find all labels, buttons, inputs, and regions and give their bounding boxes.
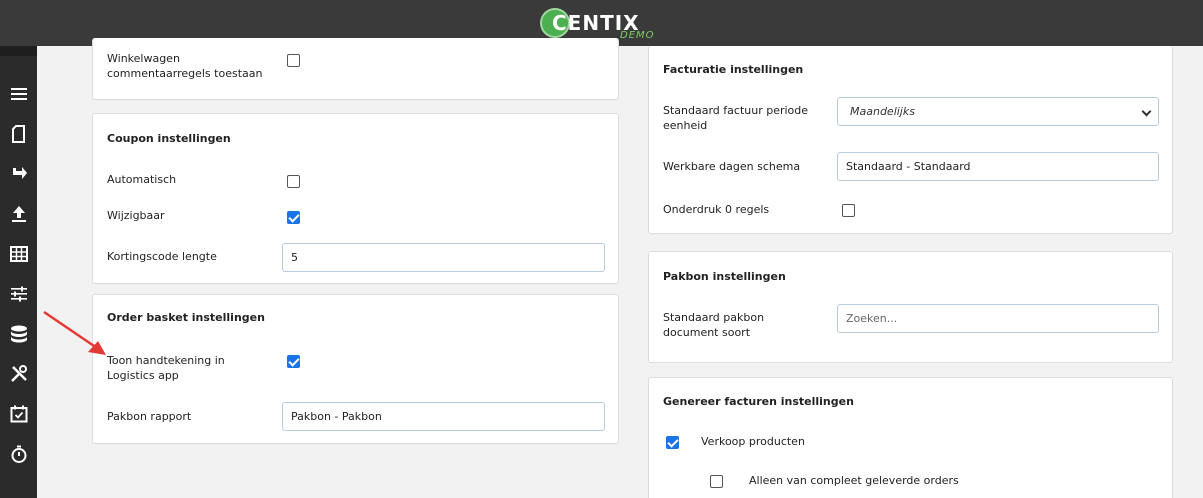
sidebar-top-strip <box>0 46 37 56</box>
sidebar-item-redirect[interactable] <box>0 154 37 194</box>
factuur-periode-label: Standaard factuur periode eenheid <box>663 104 809 132</box>
handtekening-checkbox[interactable] <box>287 355 300 368</box>
handtekening-label: Toon handtekening in Logistics app <box>107 354 225 382</box>
tools-icon <box>10 365 27 382</box>
calendar-check-icon <box>10 405 27 423</box>
automatisch-label: Automatisch <box>107 173 177 186</box>
onderdruk-checkbox[interactable] <box>842 204 855 217</box>
verkoop-producten-label: Verkoop producten <box>701 435 805 448</box>
wijzigbaar-checkbox[interactable] <box>287 211 300 224</box>
annotation-arrow-icon <box>43 310 106 355</box>
upload-icon <box>11 206 26 222</box>
werkbare-dagen-label: Werkbare dagen schema <box>663 160 801 173</box>
database-icon <box>10 325 27 343</box>
werkbare-dagen-input[interactable]: Standaard - Standaard <box>837 152 1159 181</box>
document-icon <box>11 125 25 143</box>
coupon-settings-card: Coupon instellingen Automatisch Wijzigba… <box>92 113 619 284</box>
stopwatch-icon <box>11 445 26 463</box>
redirect-arrow-icon <box>12 167 27 179</box>
sidebar-item-calendar[interactable] <box>0 394 37 434</box>
pakbon-document-input[interactable]: Zoeken... <box>837 304 1159 333</box>
kortingscode-input[interactable]: 5 <box>282 243 605 272</box>
logo-subtext: DEMO <box>620 30 655 41</box>
compleet-geleverd-label: Alleen van compleet geleverde orders <box>749 474 959 487</box>
kortingscode-label: Kortingscode lengte <box>107 250 217 263</box>
pakbon-settings-title: Pakbon instellingen <box>663 270 786 283</box>
genereer-facturen-card: Genereer facturen instellingen Verkoop p… <box>648 377 1173 498</box>
centix-logo[interactable]: CENTIX DEMO <box>540 8 670 42</box>
sidebar <box>0 46 37 498</box>
sidebar-item-database[interactable] <box>0 314 37 354</box>
order-basket-settings-title: Order basket instellingen <box>107 311 265 324</box>
automatisch-checkbox[interactable] <box>287 175 300 188</box>
sidebar-item-stopwatch[interactable] <box>0 434 37 474</box>
table-icon <box>9 246 28 262</box>
pakbon-document-label: Standaard pakbon document soort <box>663 311 765 339</box>
sidebar-item-tools[interactable] <box>0 354 37 394</box>
factuur-periode-value: Maandelijks <box>850 105 915 118</box>
pakbon-settings-card: Pakbon instellingen Standaard pakbon doc… <box>648 251 1173 363</box>
facturatie-settings-card: Facturatie instellingen Standaard factuu… <box>648 46 1173 234</box>
coupon-settings-title: Coupon instellingen <box>107 132 231 145</box>
basket-comment-checkbox[interactable] <box>287 54 300 67</box>
order-basket-settings-card: Order basket instellingen Toon handteken… <box>92 294 619 444</box>
wijzigbaar-label: Wijzigbaar <box>107 209 165 222</box>
chevron-down-icon <box>1141 106 1152 117</box>
sidebar-item-document[interactable] <box>0 114 37 154</box>
genereer-facturen-title: Genereer facturen instellingen <box>663 395 854 408</box>
basket-comment-label: Winkelwagen commentaarregels toestaan <box>107 52 263 80</box>
sidebar-item-table[interactable] <box>0 234 37 274</box>
sidebar-item-menu[interactable] <box>0 74 37 114</box>
facturatie-settings-title: Facturatie instellingen <box>663 63 804 76</box>
pakbon-rapport-label: Pakbon rapport <box>107 410 192 423</box>
sidebar-item-upload[interactable] <box>0 194 37 234</box>
onderdruk-label: Onderdruk 0 regels <box>663 203 770 216</box>
basket-comment-card: Winkelwagen commentaarregels toestaan <box>92 38 619 100</box>
verkoop-producten-checkbox[interactable] <box>666 436 679 449</box>
menu-icon <box>10 88 27 100</box>
sidebar-item-sliders[interactable] <box>0 274 37 314</box>
sliders-icon <box>10 286 27 302</box>
factuur-periode-select[interactable]: Maandelijks <box>837 97 1159 126</box>
pakbon-rapport-input[interactable]: Pakbon - Pakbon <box>282 402 605 431</box>
compleet-geleverd-checkbox[interactable] <box>710 475 723 488</box>
